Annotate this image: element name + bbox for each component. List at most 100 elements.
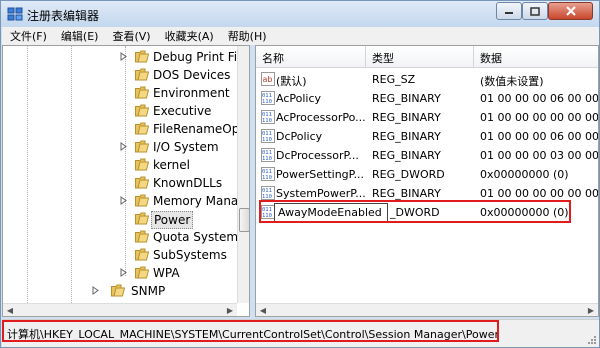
value-type: REG_BINARY [372,92,441,105]
value-type: REG_BINARY [372,149,441,162]
menu-help[interactable]: 帮助(H) [220,28,273,44]
value-name: (默认) [276,75,307,88]
scroll-left-arrow-icon[interactable]: ◀ [4,304,16,316]
tree-item-label: KnownDLLs [153,176,223,190]
expand-arrow-icon[interactable] [119,196,128,205]
expand-arrow-icon[interactable] [119,142,128,151]
expand-arrow-icon[interactable] [119,268,128,277]
resize-grip-icon[interactable] [587,335,597,345]
key-tree-pane[interactable]: Debug Print Filte DOS Devices Environment E… [2,45,250,317]
tree-item[interactable]: Environment [3,84,238,102]
folder-icon [135,86,149,99]
minimize-icon [505,12,513,14]
title-bar[interactable]: 注册表编辑器 [1,1,599,27]
value-name: AcPolicy [276,92,322,105]
column-header-type[interactable]: 类型 [366,46,474,68]
folder-icon [135,194,149,207]
folder-icon [135,158,149,171]
tree-item[interactable]: Memory Manag [3,192,246,210]
tree-item[interactable]: FileRenameOpe [3,120,247,138]
value-type: REG_BINARY [372,130,441,143]
folder-icon [135,104,149,117]
highlight-box-key-path [2,320,499,342]
folder-icon [111,284,125,297]
tree-item-label: DOS Devices [153,68,231,82]
tree-item[interactable]: kernel [3,156,238,174]
tree-item[interactable]: I/O System [3,138,238,156]
scrollbar-thumb[interactable] [239,208,249,232]
tree-item-label: FileRenameOpe [153,122,247,136]
minimize-button[interactable] [496,2,522,20]
column-header-name[interactable]: 名称 [256,46,366,68]
tree-item[interactable]: KnownDLLs [3,174,238,192]
tree-item[interactable]: DOS Devices [3,66,238,84]
value-row[interactable]: 011 110 AcPolicy REG_BINARY 01 00 00 00 06 0… [256,89,598,108]
value-name: DcPolicy [276,130,323,143]
close-icon [565,6,576,16]
tree-item[interactable]: Quota System [3,228,238,246]
scroll-right-arrow-icon[interactable]: ▶ [585,304,597,316]
maximize-button[interactable] [522,2,548,20]
menu-bar: 文件(F) 编辑(E) 查看(V) 收藏夹(A) 帮助(H) [2,27,599,45]
tree-item-label: Debug Print Filte [153,50,250,64]
column-header-data[interactable]: 数据 [474,46,598,68]
string-value-icon: ab [261,72,275,86]
binary-value-icon: 011110 [261,148,275,162]
binary-value-icon: 011110 [261,167,275,181]
scroll-right-arrow-icon[interactable]: ▶ [224,304,236,316]
value-data: 01 00 00 00 03 00 00 [480,149,599,162]
expand-arrow-icon[interactable] [119,52,128,61]
value-data: 01 00 00 00 06 00 00 [480,130,599,143]
svg-text:110: 110 [262,118,272,124]
values-horizontal-scrollbar[interactable]: ◀ ▶ [256,303,598,316]
value-row[interactable]: ab (默认) REG_SZ (数值未设置) [256,70,598,89]
registry-editor-window: 注册表编辑器 文件(F) 编辑(E) 查看(V) 收藏夹(A) 帮助(H) De… [0,0,600,348]
close-button[interactable] [548,2,593,20]
expand-arrow-icon[interactable] [91,286,100,295]
tree-item[interactable]: WPA [3,264,238,282]
folder-icon [135,122,149,135]
menu-favorites[interactable]: 收藏夹(A) [157,28,220,44]
value-row[interactable]: 011 110 AcProcessorPo... REG_BINARY 01 00 00… [256,108,598,127]
values-pane[interactable]: 名称 类型 数据 ab (默认) REG_SZ (数值未设置) 011 110 AcPoli… [255,45,599,317]
tree-item[interactable]: SNMP [3,282,238,300]
folder-icon [135,212,149,225]
value-row[interactable]: 011 110 PowerSettingP... REG_DWORD 0x0000000… [256,165,598,184]
scroll-left-arrow-icon[interactable]: ◀ [257,304,269,316]
value-row[interactable]: 011 110 DcProcessorP... REG_BINARY 01 00 00 … [256,146,599,165]
folder-icon [135,176,149,189]
menu-edit[interactable]: 编辑(E) [53,28,105,44]
tree-vertical-scrollbar[interactable] [237,46,249,303]
value-type: REG_SZ [372,73,416,86]
tree-item[interactable]: Debug Print Filte [3,48,249,66]
value-type: REG_DWORD [372,168,445,181]
binary-value-icon: 011110 [261,110,275,124]
folder-icon [135,68,149,81]
tree-item-label: Executive [153,104,212,118]
value-row[interactable]: 011 110 DcPolicy REG_BINARY 01 00 00 00 06 0… [256,127,599,146]
svg-text:110: 110 [262,137,272,143]
window-title: 注册表编辑器 [27,9,100,23]
value-name: PowerSettingP... [276,168,365,181]
tree-item-label: Memory Manag [153,194,246,208]
tree-item[interactable]: SubSystems [3,246,238,264]
value-name: AcProcessorPo... [276,111,366,124]
value-name: SystemPowerP... [276,187,366,200]
tree-item-label: SNMP [131,284,166,298]
tree-item[interactable]: Executive [3,102,238,120]
svg-text:110: 110 [262,99,272,105]
value-data: 0x00000000 (0) [480,168,569,181]
tree-horizontal-scrollbar[interactable]: ◀ ▶ [3,303,237,316]
tree-item[interactable]: Power [3,210,238,229]
folder-icon [135,230,149,243]
folder-icon [135,50,149,63]
folder-icon [135,140,149,153]
binary-value-icon: 011110 [261,91,275,105]
value-data: 01 00 00 00 00 00 00 [480,187,599,200]
tree-item-label: Power [151,211,194,229]
tree-item-label: Environment [153,86,230,100]
menu-view[interactable]: 查看(V) [104,28,156,44]
menu-file[interactable]: 文件(F) [2,28,53,44]
tree-item-label: I/O System [153,140,219,154]
binary-value-icon: 011110 [261,186,275,200]
